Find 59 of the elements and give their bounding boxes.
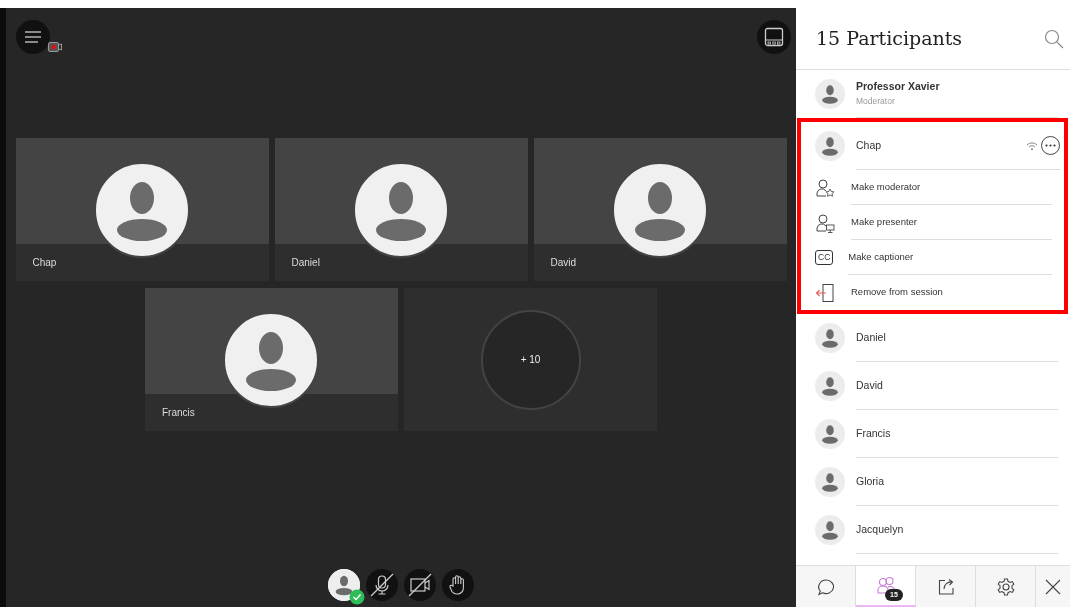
settings-icon: [995, 576, 1016, 597]
participant-name: David: [856, 377, 884, 393]
more-participants-count[interactable]: + 10: [480, 309, 581, 410]
avatar-icon: [815, 131, 845, 161]
menu-item[interactable]: Make moderator: [801, 170, 1064, 205]
people-icon: [875, 575, 896, 596]
my-status-button[interactable]: [328, 569, 360, 601]
menu-item-label: Make presenter: [851, 214, 917, 229]
captions-icon: CC: [815, 250, 834, 265]
participant-row[interactable]: Gloria: [797, 458, 1070, 506]
participant-name: Gloria: [856, 473, 885, 489]
participant-name: Jacquelyn: [856, 521, 905, 537]
layout-icon: [764, 27, 784, 47]
layout-button[interactable]: [757, 20, 791, 54]
participant-row[interactable]: Francis: [797, 410, 1070, 458]
participant-name: Professor Xavier: [856, 79, 941, 95]
avatar-icon: [815, 515, 845, 545]
menu-icon: [24, 30, 42, 44]
camera-button[interactable]: [404, 569, 436, 601]
participant-name: Chap: [32, 256, 57, 270]
ellipsis-icon: [1045, 144, 1056, 147]
person-star-icon: [815, 177, 835, 198]
avatar-icon: [815, 323, 845, 353]
participant-row[interactable]: Professor Xavier Moderator: [797, 70, 1070, 118]
participant-name: Chap: [856, 137, 883, 153]
menu-item[interactable]: CC Make captioner: [801, 240, 1064, 275]
avatar-icon: [93, 162, 190, 258]
search-icon[interactable]: [1044, 28, 1064, 49]
participant-name: Francis: [856, 425, 892, 441]
menu-item-label: Make moderator: [851, 179, 921, 194]
avatar-icon: [815, 371, 845, 401]
participant-row[interactable]: Chap: [801, 122, 1064, 170]
exit-icon: [815, 282, 835, 303]
menu-item-label: Remove from session: [851, 285, 943, 300]
participant-role: Moderator: [856, 95, 896, 108]
participant-name: Francis: [162, 406, 195, 420]
more-options-button[interactable]: [1041, 136, 1060, 155]
avatar-icon: [352, 162, 449, 258]
participant-name: Daniel: [856, 329, 887, 345]
avatar-icon: [815, 419, 845, 449]
avatar-icon: [815, 79, 845, 109]
menu-item[interactable]: Remove from session: [801, 275, 1064, 310]
menu-item-label: Make captioner: [848, 249, 914, 264]
microphone-button[interactable]: [366, 569, 398, 601]
avatar-icon: [223, 312, 319, 408]
participant-row[interactable]: David: [797, 362, 1070, 410]
raise-hand-button[interactable]: [442, 569, 474, 601]
chat-icon: [815, 576, 836, 597]
participant-row[interactable]: Jacquelyn: [797, 506, 1070, 554]
participant-row[interactable]: Daniel: [797, 314, 1070, 362]
signal-icon: [1026, 140, 1038, 151]
avatar-icon: [611, 162, 708, 258]
menu-item[interactable]: Make presenter: [801, 205, 1064, 240]
panel-title: 15 Participants: [816, 26, 963, 52]
participant-name: Daniel: [291, 256, 320, 270]
person-screen-icon: [815, 212, 835, 233]
participant-name: David: [550, 256, 577, 270]
avatar-icon: [815, 467, 845, 497]
menu-button[interactable]: [16, 20, 50, 54]
